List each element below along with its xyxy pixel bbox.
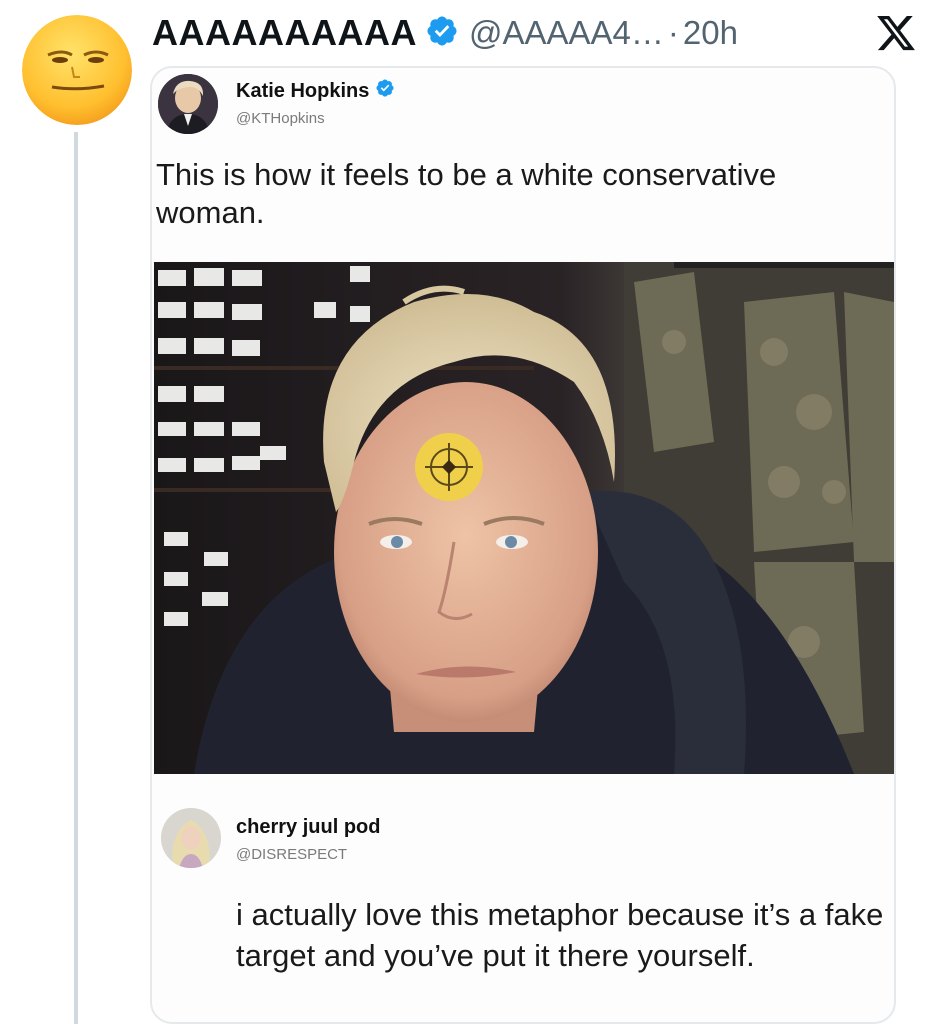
quoted-tweet-text: This is how it feels to be a white conse… (156, 157, 777, 230)
reply-author-handle: @DISRESPECT (236, 846, 348, 863)
post-timestamp[interactable]: 20h (683, 14, 738, 52)
quoted-photo (154, 262, 894, 774)
reply-text: i actually love this metaphor because it… (236, 897, 884, 973)
reply-author-avatar (161, 808, 221, 868)
separator-dot: · (667, 14, 679, 51)
quoted-author-handle: @KTHopkins (236, 110, 325, 127)
verified-badge-icon (375, 78, 395, 104)
post-header: AAAAAAAAAA @AAAAA4… · 20h (152, 8, 738, 58)
poster-handle[interactable]: @AAAAA4… (469, 14, 664, 52)
yellow-face-avatar-icon (22, 15, 132, 125)
quoted-author-name-text: Katie Hopkins (236, 79, 370, 102)
verified-badge-icon (425, 14, 459, 53)
blonde-portrait-icon (161, 808, 221, 868)
photo-woman-with-target-sticker-icon (154, 262, 894, 774)
poster-display-name[interactable]: AAAAAAAAAA (152, 12, 417, 54)
x-logo-icon[interactable] (874, 12, 918, 54)
embedded-image[interactable]: Katie Hopkins @KTHopkins This is how it … (150, 66, 896, 1024)
poster-avatar[interactable] (22, 15, 132, 125)
woman-portrait-icon (158, 74, 218, 134)
quoted-author-name: Katie Hopkins (236, 78, 395, 104)
reply-author-name: cherry juul pod (236, 816, 381, 838)
quoted-author-avatar (158, 74, 218, 134)
thread-line (74, 132, 78, 1024)
